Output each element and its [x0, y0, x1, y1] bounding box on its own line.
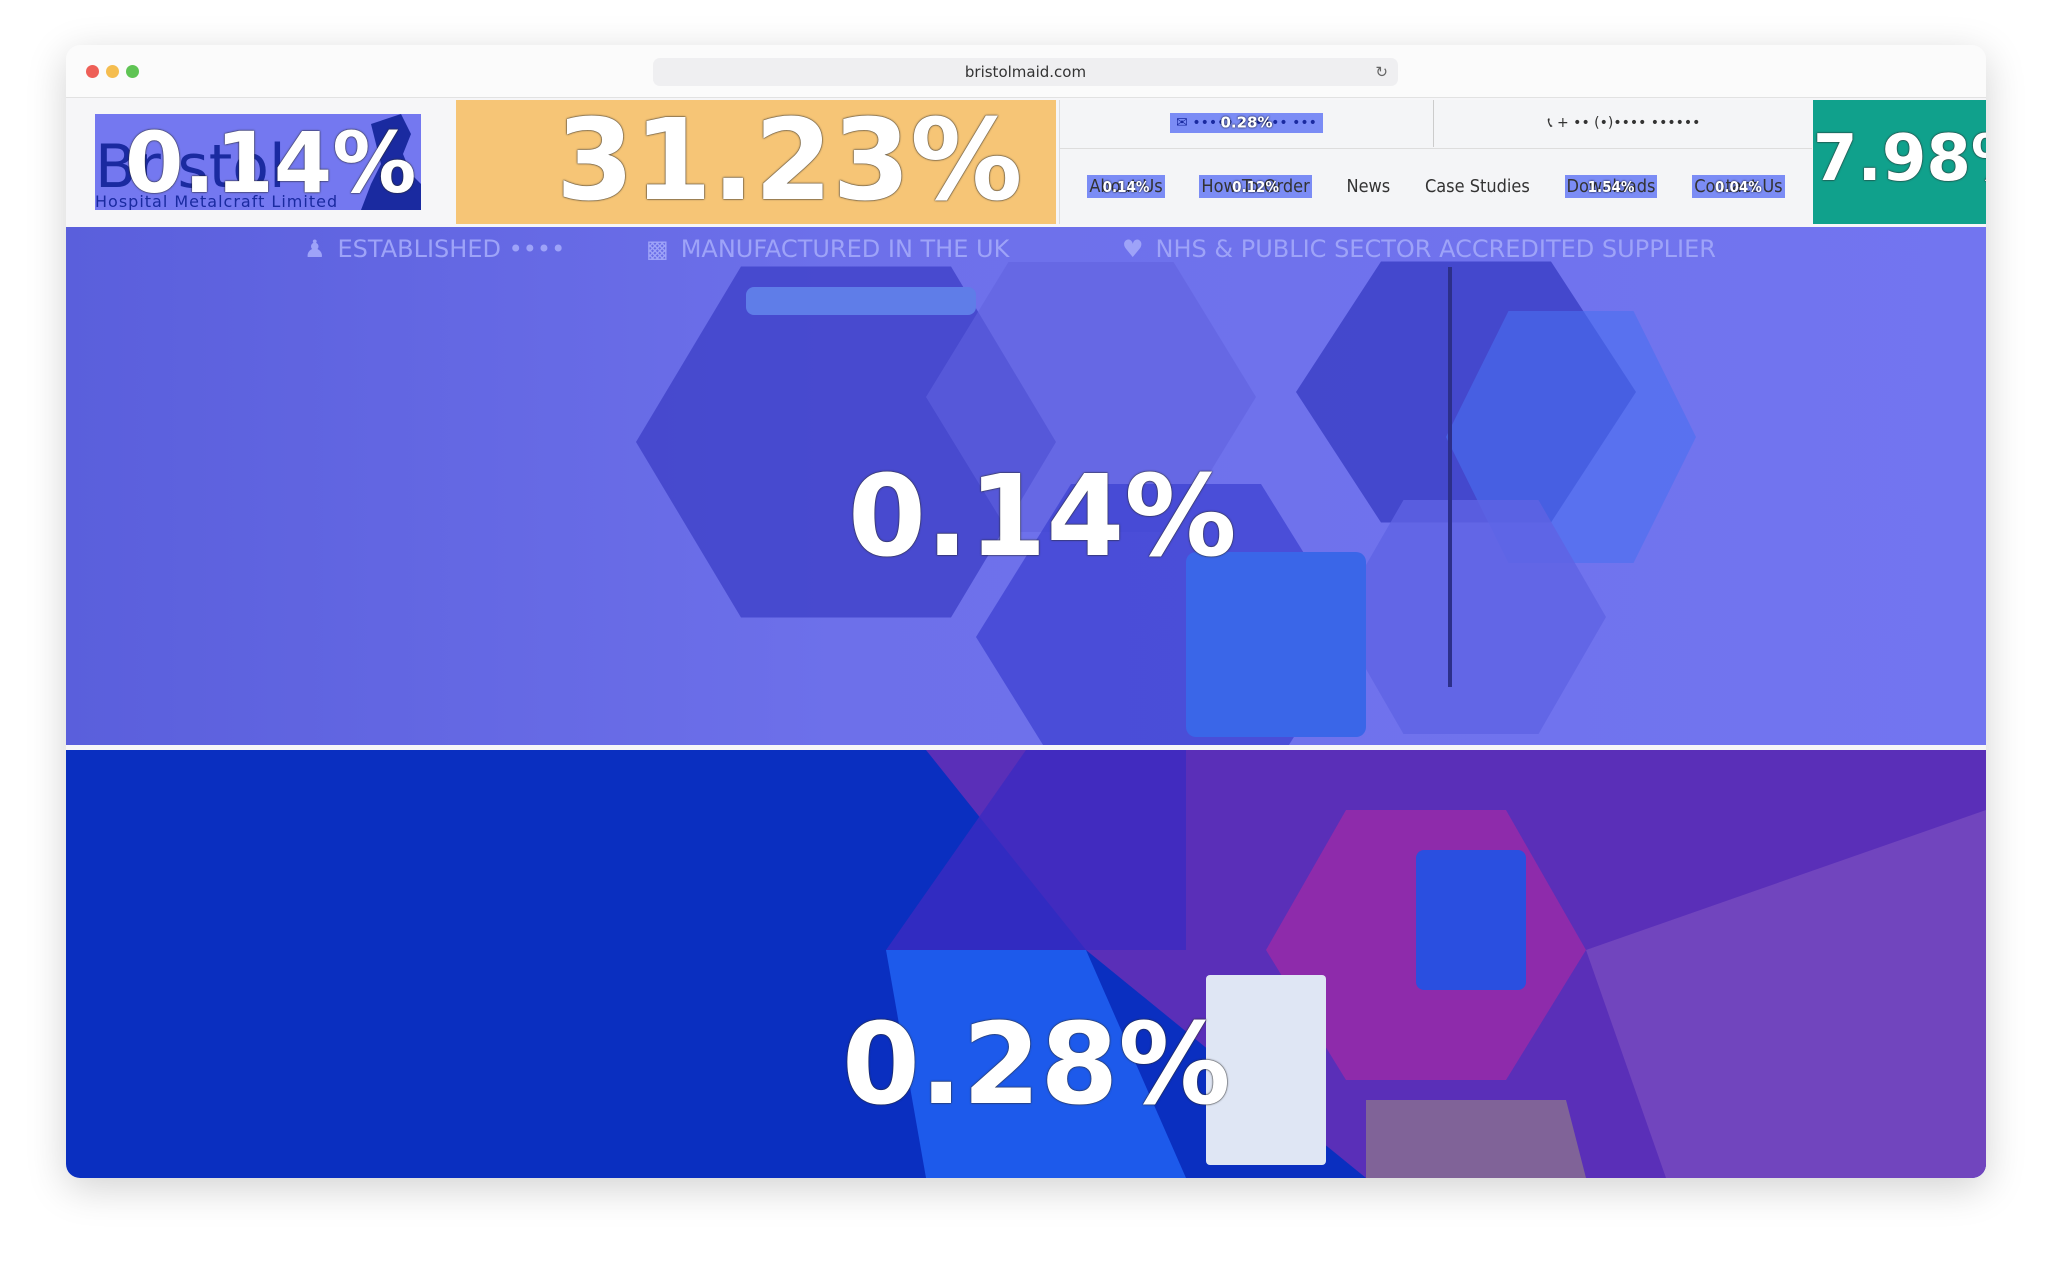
badge-nhs-supplier: ♥ NHS & PUBLIC SECTOR ACCREDITED SUPPLIER: [1122, 235, 1716, 263]
address-bar[interactable]: bristolmaid.com ↻: [653, 58, 1398, 86]
envelope-icon: ✉: [1176, 115, 1193, 131]
logo-overlay-value: 0.14%: [125, 114, 417, 210]
close-window-button[interactable]: [86, 65, 99, 78]
contact-area: ✉ ••••• •••••• ••• 0.28% 📞︎ + •• (•)•••• …: [1059, 100, 1812, 224]
main-nav: About Us 0.14% How To Order 0.12% News Cas…: [1060, 148, 1812, 224]
phone-link[interactable]: 📞︎ + •• (•)•••• ••••••: [1435, 100, 1813, 147]
hero-slide-furniture: 0.28%: [66, 750, 1986, 1178]
nurse-icon: ♟: [304, 235, 326, 263]
hero1-overlay-value: 0.14%: [848, 452, 1237, 582]
nav-downloads[interactable]: Downloads 1.54%: [1564, 175, 1658, 198]
union-jack-icon: ▩: [646, 235, 669, 263]
site-logo[interactable]: Bristol Maid Hospital Metalcraft Limited…: [95, 114, 421, 210]
nav-case-studies[interactable]: Case Studies: [1425, 176, 1530, 197]
email-link[interactable]: ✉ ••••• •••••• ••• 0.28%: [1060, 100, 1434, 147]
badge-manufactured-uk: ▩ MANUFACTURED IN THE UK: [646, 235, 1010, 263]
nav-news[interactable]: News: [1346, 176, 1390, 197]
reload-icon[interactable]: ↻: [1375, 58, 1388, 86]
phone-icon: 📞︎: [1547, 115, 1557, 131]
overbed-table-image: [746, 287, 976, 315]
title-bar: bristolmaid.com ↻: [66, 45, 1986, 98]
email-overlay: 0.28%: [1220, 113, 1273, 132]
nav-how-to-order[interactable]: How To Order 0.12%: [1199, 175, 1312, 198]
hero-slide-products: ♟ ESTABLISHED •••• ▩ MANUFACTURED IN THE U…: [66, 227, 1986, 745]
cta-overlay-value: 7.98%: [1813, 122, 1986, 196]
browser-window: bristolmaid.com ↻ Bristol Maid Hospital M…: [66, 45, 1986, 1178]
badge-established: ♟ ESTABLISHED ••••: [304, 235, 566, 263]
banner-overlay-value: 31.23%: [556, 96, 1023, 226]
cta-button[interactable]: 7.98%: [1813, 100, 1986, 224]
maximize-window-button[interactable]: [126, 65, 139, 78]
hero2-overlay-value: 0.28%: [842, 1000, 1231, 1130]
iv-stand-image: [1448, 267, 1452, 687]
chair-image: [1416, 850, 1526, 990]
heart-pulse-icon: ♥: [1122, 235, 1144, 263]
nav-contact-us[interactable]: Contact Us 0.04%: [1692, 175, 1785, 198]
nav-about-us[interactable]: About Us 0.14%: [1087, 175, 1165, 198]
url-text: bristolmaid.com: [964, 63, 1087, 81]
phone-text: + •• (•)•••• ••••••: [1557, 115, 1701, 131]
banner-panel: 31.23%: [456, 96, 1056, 226]
minimize-window-button[interactable]: [106, 65, 119, 78]
